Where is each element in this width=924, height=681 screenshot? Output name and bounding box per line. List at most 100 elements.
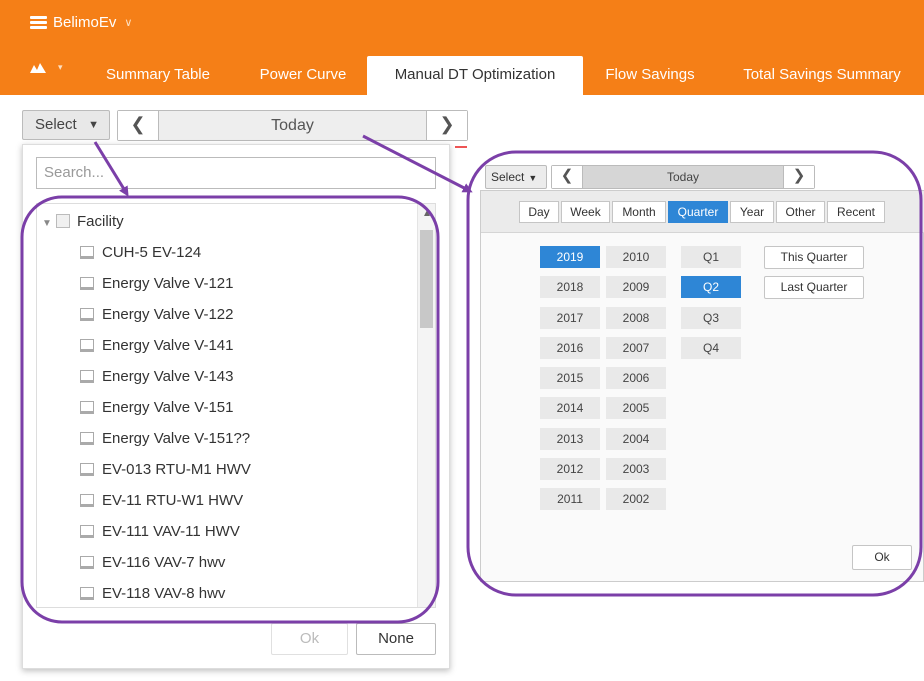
chevron-left-icon: ❮ <box>130 114 146 134</box>
period-tab-day[interactable]: Day <box>519 201 559 223</box>
none-button[interactable]: None <box>356 623 436 655</box>
device-icon <box>80 246 94 259</box>
search-input[interactable]: Search... <box>36 157 436 189</box>
list-item[interactable]: EV-111 VAV-11 HWV <box>80 517 240 547</box>
year-cell[interactable]: 2015 <box>540 367 600 389</box>
year-cell[interactable]: 2007 <box>606 337 666 359</box>
tab-summary-table[interactable]: Summary Table <box>97 56 219 95</box>
picker-today-button[interactable]: Today <box>583 166 783 188</box>
app-title: BelimoEv <box>53 14 117 31</box>
list-item-label: EV-11 RTU-W1 HWV <box>102 492 244 509</box>
year-cell[interactable]: 2017 <box>540 307 600 329</box>
device-icon <box>80 556 94 569</box>
list-item[interactable]: Energy Valve V-151 <box>80 393 233 423</box>
tab-manual-dt-optimization[interactable]: Manual DT Optimization <box>367 56 583 95</box>
list-item[interactable]: Energy Valve V-143 <box>80 362 233 392</box>
year-cell[interactable]: 2006 <box>606 367 666 389</box>
list-item[interactable]: EV-11 RTU-W1 HWV <box>80 486 243 516</box>
tab-total-savings-summary[interactable]: Total Savings Summary <box>730 56 914 95</box>
list-item-label: Energy Valve V-122 <box>102 306 234 323</box>
year-cell[interactable]: 2008 <box>606 307 666 329</box>
ok-button[interactable]: Ok <box>271 623 348 655</box>
period-picker: Select ▼ ❮ Today ❯ Day Week Month Quarter… <box>478 162 924 582</box>
picker-select-button[interactable]: Select ▼ <box>485 165 547 189</box>
year-cell[interactable]: 2012 <box>540 458 600 480</box>
this-quarter-button[interactable]: This Quarter <box>764 246 864 269</box>
scroll-up-icon[interactable]: ▲ <box>418 208 435 219</box>
year-cell[interactable]: 2009 <box>606 276 666 298</box>
today-button[interactable]: Today <box>159 111 426 140</box>
caret-down-icon: ▼ <box>528 173 538 183</box>
folder-icon <box>56 214 70 228</box>
device-icon <box>80 277 94 290</box>
list-item-label: EV-111 VAV-11 HWV <box>102 523 240 540</box>
device-icon <box>80 463 94 476</box>
device-icon <box>80 494 94 507</box>
list-item[interactable]: CUH-5 EV-124 <box>80 238 201 268</box>
year-cell[interactable]: 2003 <box>606 458 666 480</box>
list-item-label: EV-013 RTU-M1 HWV <box>102 461 251 478</box>
year-cell[interactable]: 2005 <box>606 397 666 419</box>
list-item[interactable]: EV-118 VAV-8 hwv <box>80 579 226 607</box>
quarter-cell[interactable]: Q3 <box>681 307 741 329</box>
list-item[interactable]: Energy Valve V-141 <box>80 331 233 361</box>
period-tab-recent[interactable]: Recent <box>827 201 885 223</box>
date-navigator: ❮ Today ❯ <box>117 110 468 141</box>
expand-icon[interactable]: ▼ <box>42 209 56 239</box>
module-menu[interactable]: ▾ <box>30 62 63 73</box>
next-period-button[interactable]: ❯ <box>426 111 467 140</box>
chevron-right-icon: ❯ <box>792 167 806 184</box>
list-item-label: Energy Valve V-151?? <box>102 430 251 447</box>
app-switcher[interactable]: BelimoEv ∨ <box>30 14 132 31</box>
caret-down-icon: ▼ <box>88 119 99 131</box>
last-quarter-button[interactable]: Last Quarter <box>764 276 864 299</box>
list-item-label: EV-118 VAV-8 hwv <box>102 585 226 602</box>
app-header: BelimoEv ∨ ▾ Summary Table Power Curve M… <box>0 0 924 95</box>
tab-flow-savings[interactable]: Flow Savings <box>598 56 702 95</box>
indicator-mark <box>455 146 467 148</box>
tree-scrollbar[interactable]: ▲ <box>417 204 435 607</box>
year-cell[interactable]: 2014 <box>540 397 600 419</box>
device-icon <box>80 587 94 600</box>
list-item[interactable]: EV-116 VAV-7 hwv <box>80 548 225 578</box>
picker-date-navigator: ❮ Today ❯ <box>551 165 815 189</box>
year-cell[interactable]: 2004 <box>606 428 666 450</box>
quarter-cell[interactable]: Q4 <box>681 337 741 359</box>
list-item[interactable]: Energy Valve V-151?? <box>80 424 250 454</box>
device-icon <box>80 432 94 445</box>
period-tab-week[interactable]: Week <box>561 201 610 223</box>
scrollbar-thumb[interactable] <box>420 230 433 328</box>
chevron-left-icon: ❮ <box>560 167 574 184</box>
quarter-cell[interactable]: Q1 <box>681 246 741 268</box>
select-button[interactable]: Select ▼ <box>22 110 110 140</box>
device-icon <box>80 308 94 321</box>
list-item[interactable]: Energy Valve V-121 <box>80 269 233 299</box>
year-cell[interactable]: 2016 <box>540 337 600 359</box>
chevron-down-icon: ∨ <box>124 17 133 29</box>
period-tab-month[interactable]: Month <box>612 201 666 223</box>
period-tab-year[interactable]: Year <box>730 201 774 223</box>
device-icon <box>80 370 94 383</box>
year-cell[interactable]: 2010 <box>606 246 666 268</box>
list-item-label: Energy Valve V-141 <box>102 337 234 354</box>
picker-prev-button[interactable]: ❮ <box>552 166 583 188</box>
list-item-label: CUH-5 EV-124 <box>102 244 202 261</box>
prev-period-button[interactable]: ❮ <box>118 111 159 140</box>
picker-ok-button[interactable]: Ok <box>852 545 912 570</box>
year-cell[interactable]: 2013 <box>540 428 600 450</box>
year-cell[interactable]: 2002 <box>606 488 666 510</box>
period-panel: Day Week Month Quarter Year Other Recent… <box>480 190 924 582</box>
list-item[interactable]: EV-013 RTU-M1 HWV <box>80 455 251 485</box>
tree-root[interactable]: ▼ Facility <box>42 207 124 237</box>
year-cell[interactable]: 2011 <box>540 488 600 510</box>
list-item-label: EV-116 VAV-7 hwv <box>102 554 226 571</box>
period-tab-other[interactable]: Other <box>776 201 825 223</box>
year-cell[interactable]: 2018 <box>540 276 600 298</box>
year-cell[interactable]: 2019 <box>540 246 600 268</box>
quarter-cell[interactable]: Q2 <box>681 276 741 298</box>
picker-next-button[interactable]: ❯ <box>783 166 814 188</box>
tab-power-curve[interactable]: Power Curve <box>253 56 353 95</box>
period-tab-quarter[interactable]: Quarter <box>668 201 728 223</box>
list-item[interactable]: Energy Valve V-122 <box>80 300 233 330</box>
list-item-label: Energy Valve V-143 <box>102 368 234 385</box>
